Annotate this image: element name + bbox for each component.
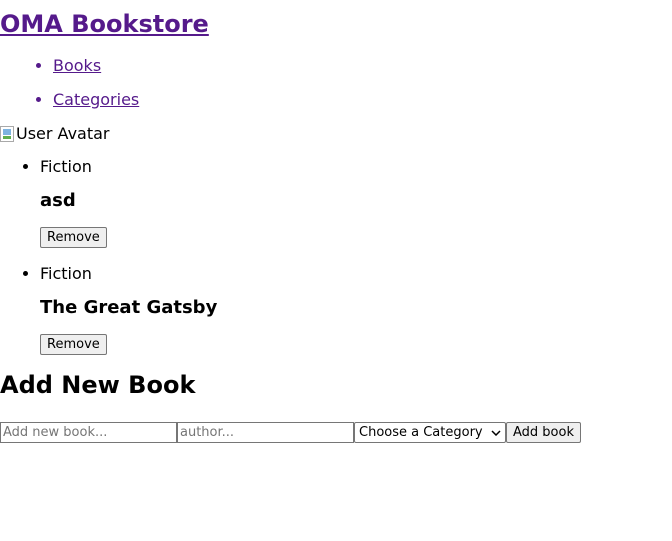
- add-book-form: Choose a Category Add book: [0, 422, 672, 443]
- user-avatar: User Avatar: [0, 124, 672, 143]
- nav-item-categories: Categories: [53, 90, 672, 109]
- broken-image-icon: [0, 125, 14, 142]
- list-item: Fiction The Great Gatsby Remove: [40, 264, 672, 355]
- book-title: The Great Gatsby: [40, 297, 218, 318]
- book-title: asd: [40, 190, 76, 211]
- add-book-button[interactable]: Add book: [506, 422, 581, 443]
- nav-link-books[interactable]: Books: [53, 56, 101, 75]
- nav-link-categories[interactable]: Categories: [53, 90, 139, 109]
- site-title-link[interactable]: OMA Bookstore: [0, 10, 209, 38]
- book-category: Fiction: [40, 264, 92, 283]
- chevron-down-icon: [491, 429, 501, 436]
- book-title-input[interactable]: [0, 422, 177, 443]
- remove-button[interactable]: Remove: [40, 334, 107, 355]
- author-input[interactable]: [177, 422, 354, 443]
- nav-item-books: Books: [53, 56, 672, 75]
- category-select-value: Choose a Category: [359, 425, 483, 440]
- site-title: OMA Bookstore: [0, 8, 672, 40]
- list-item: Fiction asd Remove: [40, 157, 672, 248]
- category-select[interactable]: Choose a Category: [354, 422, 506, 443]
- main-nav: Books Categories: [0, 56, 672, 109]
- add-book-heading: Add New Book: [0, 371, 196, 399]
- book-list: Fiction asd Remove Fiction The Great Gat…: [0, 157, 672, 355]
- remove-button[interactable]: Remove: [40, 227, 107, 248]
- avatar-alt-text: User Avatar: [16, 124, 110, 143]
- book-category: Fiction: [40, 157, 92, 176]
